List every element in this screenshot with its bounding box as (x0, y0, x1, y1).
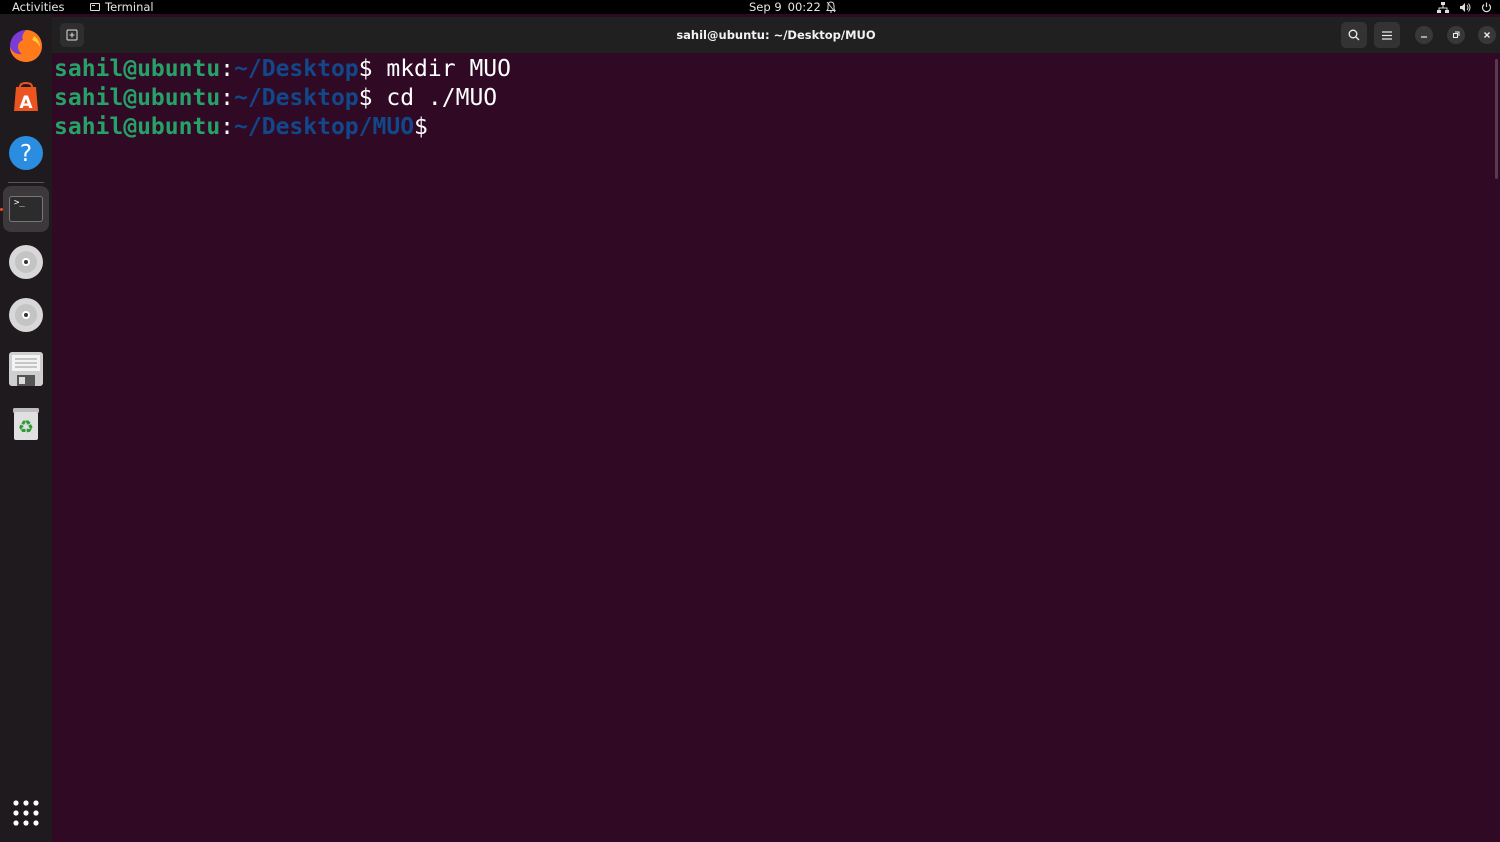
firefox-icon (10, 30, 42, 62)
app-menu[interactable]: Terminal (90, 0, 154, 14)
restore-icon (1453, 31, 1460, 38)
show-applications-button[interactable] (3, 790, 49, 836)
notification-bell-icon[interactable] (825, 0, 837, 14)
dock-item-app-center[interactable]: A (3, 76, 49, 122)
svg-text:?: ? (20, 141, 32, 167)
disc-icon (9, 245, 43, 279)
volume-icon (1460, 2, 1471, 12)
prompt-user-host: sahil@ubuntu (54, 85, 221, 111)
app-store-icon: A (14, 81, 38, 113)
prompt-symbol: $ (358, 56, 373, 82)
clock[interactable]: Sep 9 00:22 (749, 0, 821, 14)
app-menu-label: Terminal (105, 0, 154, 14)
terminal-line: sahil@ubuntu:~/Desktop$ cd ./MUO (54, 84, 497, 113)
prompt-separator: : (220, 85, 235, 111)
close-button[interactable] (1478, 26, 1496, 44)
svg-text:A: A (19, 93, 33, 113)
prompt-path: ~/Desktop (234, 56, 359, 82)
hamburger-menu-icon (1382, 30, 1392, 40)
system-tray[interactable] (1437, 0, 1492, 14)
dock-item-help[interactable]: ? (3, 130, 49, 176)
dock-item-firefox[interactable] (3, 23, 49, 69)
window-title: sahil@ubuntu: ~/Desktop/MUO (676, 28, 876, 42)
top-bar: Activities Terminal Sep 9 00:22 (0, 0, 1500, 14)
power-icon (1481, 2, 1492, 12)
prompt-separator: : (220, 114, 235, 140)
terminal-icon: >_ (9, 196, 43, 222)
clock-date: Sep 9 (749, 0, 782, 14)
trash-icon: ♻ (13, 408, 39, 440)
disc-icon (9, 298, 43, 332)
prompt-separator: : (220, 56, 235, 82)
prompt-path: ~/Desktop/MUO (234, 114, 415, 140)
minimize-button[interactable] (1415, 26, 1433, 44)
search-button[interactable] (1341, 22, 1367, 48)
prompt-path: ~/Desktop (234, 85, 359, 111)
maximize-button[interactable] (1447, 26, 1465, 44)
dock-separator (8, 182, 44, 183)
help-icon: ? (9, 136, 43, 170)
floppy-icon (9, 352, 43, 386)
prompt-user-host: sahil@ubuntu (54, 56, 221, 82)
dock-item-terminal[interactable]: >_ (3, 186, 49, 232)
command-text: cd ./MUO (372, 85, 498, 111)
dock-item-disc-1[interactable] (3, 239, 49, 285)
terminal-line: sahil@ubuntu:~/Desktop$ mkdir MUO (54, 55, 511, 84)
svg-text:♻: ♻ (18, 417, 34, 438)
prompt-user-host: sahil@ubuntu (54, 114, 221, 140)
app-grid-icon (13, 800, 39, 826)
scrollbar[interactable] (1495, 59, 1498, 179)
dock-item-disc-2[interactable] (3, 292, 49, 338)
network-icon (1437, 1, 1449, 13)
terminal-app-icon (90, 3, 100, 11)
prompt-symbol: $ (414, 114, 428, 140)
prompt-symbol: $ (358, 85, 373, 111)
command-text: mkdir MUO (372, 56, 511, 82)
dock-item-trash[interactable]: ♻ (3, 400, 49, 446)
close-icon (1484, 32, 1490, 38)
terminal-line: sahil@ubuntu:~/Desktop/MUO$ (54, 113, 428, 142)
window-header[interactable]: sahil@ubuntu: ~/Desktop/MUO (52, 17, 1500, 53)
search-icon (1348, 29, 1360, 41)
dock: A ? >_ ♻ (0, 14, 52, 842)
minimize-icon (1421, 36, 1427, 38)
menu-button[interactable] (1374, 22, 1400, 48)
dock-item-floppy[interactable] (3, 346, 49, 392)
terminal-output[interactable]: sahil@ubuntu:~/Desktop$ mkdir MUO sahil@… (52, 53, 1500, 842)
activities-button[interactable]: Activities (12, 0, 64, 14)
clock-time: 00:22 (787, 0, 821, 14)
